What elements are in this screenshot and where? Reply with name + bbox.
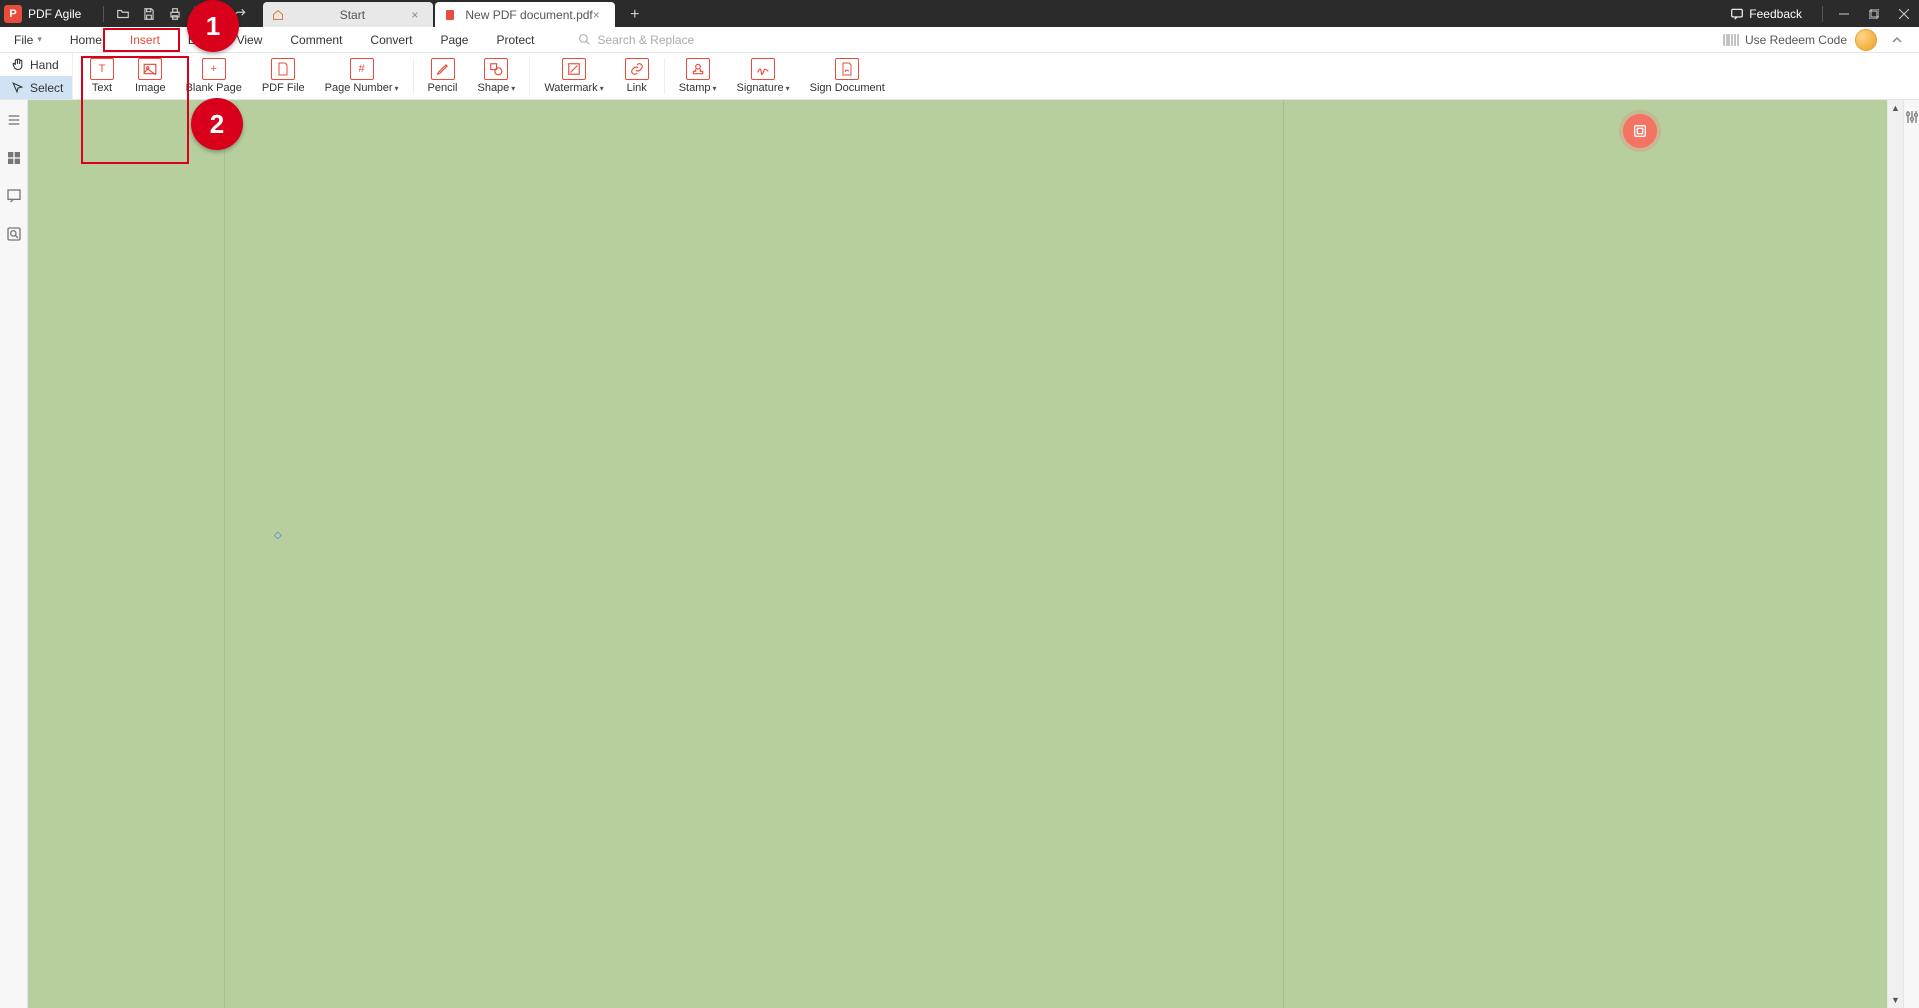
select-label: Select	[30, 81, 63, 95]
content-area: ◇ ▲ ▼	[0, 100, 1919, 1008]
pdf-icon	[443, 8, 457, 22]
insert-text-button[interactable]: T Text	[79, 53, 125, 99]
feedback-label: Feedback	[1749, 7, 1802, 21]
document-viewport[interactable]: ◇	[28, 100, 1887, 1008]
scroll-down-button[interactable]: ▼	[1888, 992, 1903, 1008]
signature-button[interactable]: Signature▾	[727, 53, 800, 99]
annotation-marker-1: 1	[187, 0, 239, 52]
sign-document-button[interactable]: Sign Document	[800, 53, 895, 99]
watermark-icon	[562, 58, 586, 80]
collapse-ribbon-button[interactable]	[1885, 34, 1909, 46]
insert-image-button[interactable]: Image	[125, 53, 176, 99]
redeem-label: Use Redeem Code	[1745, 33, 1847, 47]
user-avatar[interactable]	[1855, 29, 1877, 51]
watermark-button[interactable]: Watermark▾	[534, 53, 613, 99]
app-logo: P	[4, 5, 22, 23]
link-button[interactable]: Link	[614, 53, 660, 99]
pdf-file-icon	[271, 58, 295, 80]
close-button[interactable]	[1889, 0, 1919, 27]
floating-action-button[interactable]	[1623, 114, 1657, 148]
print-icon[interactable]	[166, 5, 184, 23]
pdf-page[interactable]: ◇	[224, 100, 1284, 1008]
insert-pdf-file-button[interactable]: PDF File	[252, 53, 315, 99]
search-placeholder: Search & Replace	[597, 33, 694, 47]
separator	[1822, 6, 1823, 22]
chevron-down-icon: ▾	[395, 84, 399, 93]
hand-icon	[10, 58, 24, 71]
separator	[103, 6, 104, 22]
titlebar: P PDF Agile Start × New PDF document.pdf…	[0, 0, 1919, 27]
app-name: PDF Agile	[28, 7, 81, 21]
shape-button[interactable]: Shape▾	[467, 53, 525, 99]
chevron-down-icon: ▾	[600, 84, 604, 93]
select-tool[interactable]: Select	[0, 76, 72, 99]
separator	[413, 58, 414, 94]
redeem-code-button[interactable]: Use Redeem Code	[1723, 33, 1847, 47]
menu-home[interactable]: Home	[56, 27, 116, 52]
menu-comment[interactable]: Comment	[276, 27, 356, 52]
thumbnails-panel-button[interactable]	[4, 148, 24, 168]
open-file-icon[interactable]	[114, 5, 132, 23]
properties-panel-button[interactable]	[1906, 110, 1918, 124]
stamp-icon	[686, 58, 710, 80]
tab-label: New PDF document.pdf	[465, 8, 592, 22]
pencil-button[interactable]: Pencil	[418, 53, 468, 99]
hand-label: Hand	[30, 58, 59, 72]
insert-blank-page-button[interactable]: + Blank Page	[176, 53, 252, 99]
tab-label: Start	[293, 8, 411, 22]
home-icon	[271, 8, 285, 22]
ribbon-items: T Text Image + Blank Page PDF File # Pag…	[73, 53, 895, 99]
scroll-up-button[interactable]: ▲	[1888, 100, 1903, 116]
shape-icon	[484, 58, 508, 80]
tab-document[interactable]: New PDF document.pdf ×	[435, 2, 614, 27]
barcode-icon	[1723, 34, 1739, 46]
separator	[529, 58, 530, 94]
document-tabs: Start × New PDF document.pdf × +	[263, 0, 646, 27]
bookmarks-panel-button[interactable]	[4, 110, 24, 130]
close-icon[interactable]: ×	[593, 8, 607, 22]
chevron-down-icon: ▾	[786, 84, 790, 93]
menu-file[interactable]: File▾	[0, 27, 56, 52]
close-icon[interactable]: ×	[411, 8, 425, 22]
chevron-down-icon: ▾	[511, 84, 515, 93]
search-input[interactable]: Search & Replace	[578, 33, 694, 47]
page-number-button[interactable]: # Page Number▾	[315, 53, 409, 99]
left-sidebar	[0, 100, 28, 1008]
menu-protect[interactable]: Protect	[482, 27, 548, 52]
link-icon	[625, 58, 649, 80]
tab-start[interactable]: Start ×	[263, 2, 433, 27]
sign-document-icon	[835, 58, 859, 80]
new-tab-button[interactable]: +	[623, 3, 647, 27]
selection-tools: Hand Select	[0, 53, 73, 99]
page-number-icon: #	[350, 58, 374, 80]
menu-page[interactable]: Page	[426, 27, 482, 52]
cursor-icon	[10, 81, 24, 94]
chat-icon	[1730, 7, 1744, 21]
ribbon: Hand Select T Text Image + Blank Page	[0, 53, 1919, 100]
chevron-down-icon: ▾	[37, 34, 42, 45]
pencil-icon	[431, 58, 455, 80]
search-panel-button[interactable]	[4, 224, 24, 244]
search-icon	[578, 33, 591, 46]
blank-page-icon: +	[202, 58, 226, 80]
minimize-button[interactable]	[1829, 0, 1859, 27]
maximize-button[interactable]	[1859, 0, 1889, 27]
stamp-button[interactable]: Stamp▾	[669, 53, 727, 99]
text-icon: T	[90, 58, 114, 80]
comments-panel-button[interactable]	[4, 186, 24, 206]
annotation-marker-2: 2	[191, 98, 243, 150]
image-icon	[138, 58, 162, 80]
menu-convert[interactable]: Convert	[356, 27, 426, 52]
right-sidebar	[1903, 100, 1919, 1008]
insertion-cursor: ◇	[274, 530, 282, 538]
signature-icon	[751, 58, 775, 80]
hand-tool[interactable]: Hand	[0, 53, 72, 76]
menubar: File▾ Home Insert Edit View Comment Conv…	[0, 27, 1919, 53]
save-icon[interactable]	[140, 5, 158, 23]
feedback-button[interactable]: Feedback	[1730, 7, 1802, 21]
chevron-down-icon: ▾	[713, 84, 717, 93]
menu-insert[interactable]: Insert	[116, 27, 174, 52]
separator	[664, 58, 665, 94]
vertical-scrollbar[interactable]: ▲ ▼	[1887, 100, 1903, 1008]
